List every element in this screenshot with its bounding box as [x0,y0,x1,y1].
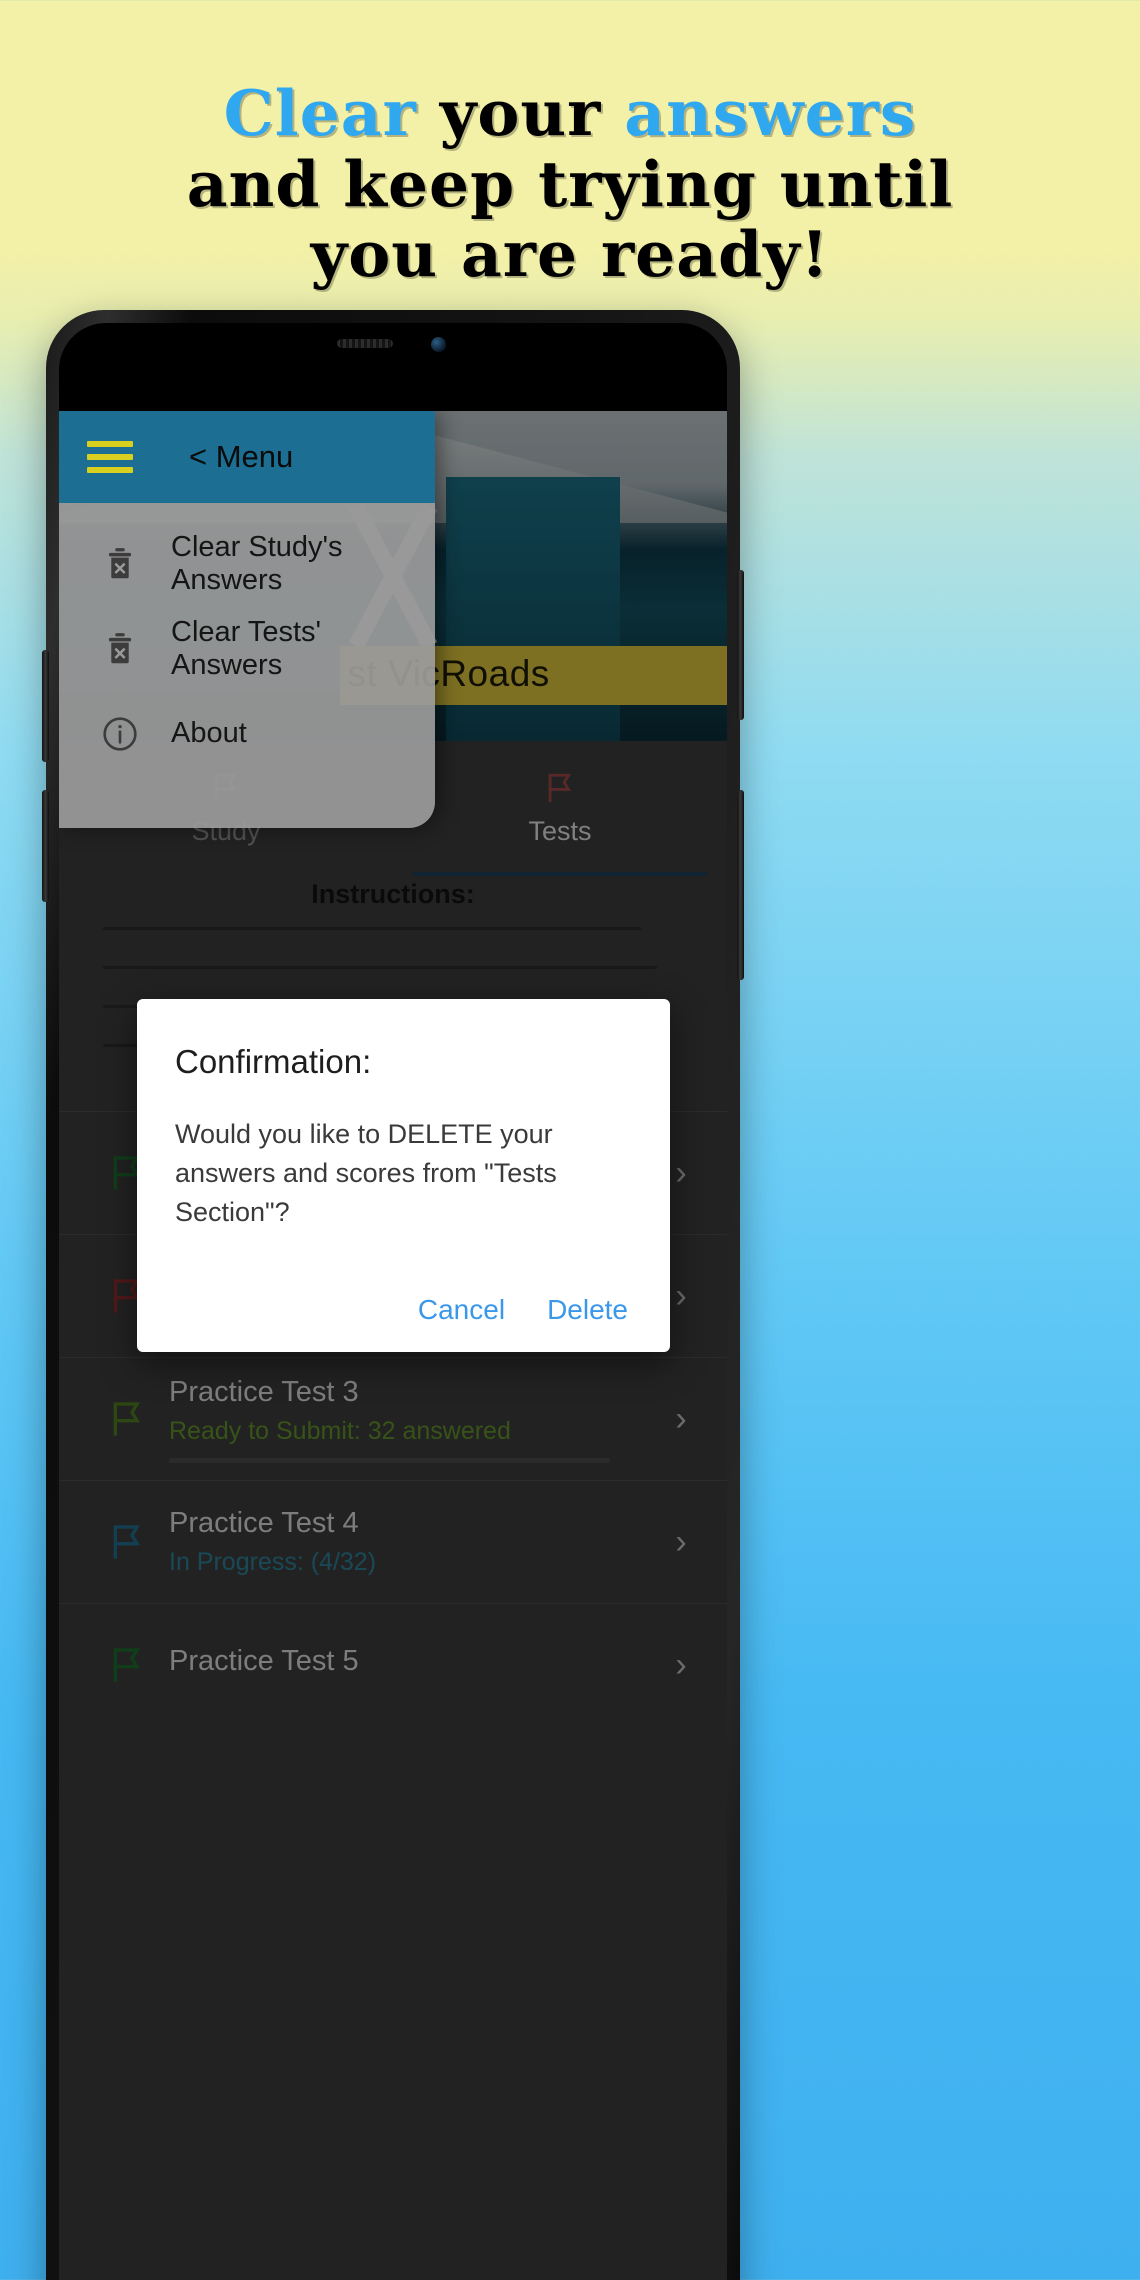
drawer-menu-list: Clear Study's Answers Clear Tests' Answe… [59,503,435,828]
headline-word-answers: answers [624,76,917,150]
app-screen: st VicRoads Study Tests Instructions: › … [59,411,727,2280]
headline-line-1: Clear your answers [224,78,917,149]
dialog-actions: Cancel Delete [175,1294,634,1326]
phone-mockup: st VicRoads Study Tests Instructions: › … [42,310,744,2280]
info-icon [81,713,159,755]
confirmation-dialog: Confirmation: Would you like to DELETE y… [137,999,670,1353]
headline-line-3: you are ready! [310,217,830,292]
cancel-button[interactable]: Cancel [418,1294,505,1326]
drawer-item-label: Clear Study's Answers [171,530,343,596]
drawer-item-clear-tests[interactable]: Clear Tests' Answers [59,606,435,691]
trash-delete-icon [81,544,159,584]
drawer-item-label: About [171,717,247,749]
headline-word-your: your [416,76,625,150]
earpiece-speaker [337,339,393,348]
power-button[interactable] [737,570,744,720]
drawer-item-label: Clear Tests' Answers [171,615,322,681]
delete-button[interactable]: Delete [547,1294,628,1326]
front-camera [431,337,446,352]
drawer-item-about[interactable]: About [59,691,435,776]
drawer-item-clear-study[interactable]: Clear Study's Answers [59,521,435,606]
headline-word-clear: Clear [223,76,417,150]
side-button[interactable] [737,790,744,980]
volume-down-button[interactable] [42,790,49,902]
drawer-title[interactable]: < Menu [189,439,293,475]
headline-line-2: and keep trying until [186,146,954,221]
promo-headline: Clear your answers and keep trying until… [0,0,1140,360]
dialog-title: Confirmation: [175,1043,372,1080]
trash-delete-icon [81,629,159,669]
volume-up-button[interactable] [42,650,49,762]
dialog-message: Would you like to DELETE your answers an… [175,1119,557,1228]
phone-notch [293,323,493,367]
navigation-drawer: < Menu Clear Study's Answers Clear Tests… [59,411,435,828]
hamburger-icon[interactable] [87,434,133,480]
drawer-header: < Menu [59,411,435,503]
phone-screen-bezel: st VicRoads Study Tests Instructions: › … [59,323,727,2280]
